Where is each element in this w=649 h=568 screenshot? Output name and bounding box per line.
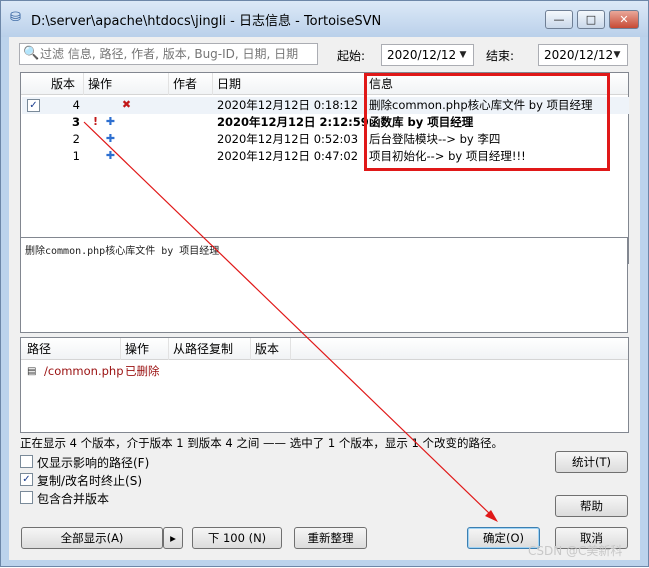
col-action[interactable]: 操作 xyxy=(84,73,169,95)
to-date-picker[interactable]: 2020/12/12 ▼ xyxy=(538,44,628,66)
row-date: 2020年12月12日 0:47:02 xyxy=(217,149,359,163)
message-text: 删除common.php核心库文件 by 项目经理 xyxy=(25,246,220,257)
from-date-value: 2020/12/12 xyxy=(387,48,457,62)
col-copy-from[interactable]: 从路径复制 xyxy=(169,338,251,360)
help-button[interactable]: 帮助 xyxy=(555,495,628,517)
chevron-down-icon[interactable]: ▼ xyxy=(456,45,470,65)
status-text: 正在显示 4 个版本，介于版本 1 到版本 4 之间 —— 选中了 1 个版本，… xyxy=(20,436,503,450)
path-row[interactable]: ▤ /common.php 已删除 xyxy=(22,363,629,380)
chevron-down-icon[interactable]: ▼ xyxy=(610,45,624,65)
col-date[interactable]: 日期 xyxy=(213,73,365,95)
row-revision: 1 xyxy=(72,149,80,163)
affected-paths-only-checkbox[interactable]: 仅显示影响的路径(F) xyxy=(20,454,160,470)
changed-paths-list[interactable]: 路径 操作 从路径复制 版本 ▤ /common.php 已删除 xyxy=(20,337,629,433)
add-action-icon: ✚ xyxy=(105,115,116,128)
next-100-button[interactable]: 下 100 (N) xyxy=(192,527,282,549)
show-all-dropdown[interactable]: ▸ xyxy=(163,527,183,549)
row-checkbox[interactable]: ✓ xyxy=(27,99,40,112)
maximize-button[interactable]: □ xyxy=(577,10,605,29)
search-icon[interactable]: 🔍 xyxy=(23,46,39,62)
col-author[interactable]: 作者 xyxy=(169,73,213,95)
row-revision: 2 xyxy=(72,132,80,146)
add-action-icon: ✚ xyxy=(105,132,116,145)
modify-action-icon: ! xyxy=(92,115,99,128)
checkbox-box[interactable] xyxy=(20,491,33,504)
to-date-value: 2020/12/12 xyxy=(544,48,614,62)
checkbox-box[interactable] xyxy=(20,455,33,468)
title-bar[interactable]: ⛁ D:\server\apache\htdocs\jingli - 日志信息 … xyxy=(1,1,648,37)
from-date-picker[interactable]: 2020/12/12 ▼ xyxy=(381,44,474,66)
message-pane[interactable]: 删除common.php核心库文件 by 项目经理 xyxy=(20,237,628,333)
col-path[interactable]: 路径 xyxy=(21,338,121,360)
from-label: 起始: xyxy=(337,49,366,63)
refresh-button[interactable]: 重新整理 xyxy=(294,527,367,549)
annotation-highlight-box xyxy=(364,73,610,171)
path-value: /common.php xyxy=(44,364,124,378)
col-path-revision[interactable]: 版本 xyxy=(251,338,291,360)
minimize-button[interactable]: — xyxy=(545,10,573,29)
changed-paths-header: 路径 操作 从路径复制 版本 xyxy=(21,338,628,360)
path-action-value: 已删除 xyxy=(125,364,160,378)
close-button[interactable]: ✕ xyxy=(609,10,639,29)
watermark: CSDN @C美新科 xyxy=(528,544,623,558)
row-date: 2020年12月12日 0:18:12 xyxy=(217,98,359,112)
search-box[interactable]: 🔍 xyxy=(19,43,318,65)
checkbox-box[interactable]: ✓ xyxy=(20,473,33,486)
add-action-icon: ✚ xyxy=(105,149,116,162)
log-window: ⛁ D:\server\apache\htdocs\jingli - 日志信息 … xyxy=(0,0,649,567)
row-revision: 4 xyxy=(72,98,80,112)
php-file-icon: ▤ xyxy=(27,366,37,377)
row-revision: 3 xyxy=(71,115,80,129)
include-merged-checkbox[interactable]: 包含合并版本 xyxy=(20,490,160,506)
row-date: 2020年12月12日 0:52:03 xyxy=(217,132,359,146)
delete-action-icon: ✖ xyxy=(121,98,132,111)
row-date: 2020年12月12日 2:12:59 xyxy=(217,115,369,129)
stop-on-copy-checkbox[interactable]: ✓ 复制/改名时终止(S) xyxy=(20,472,160,488)
window-title: D:\server\apache\htdocs\jingli - 日志信息 - … xyxy=(31,14,382,29)
col-revision[interactable]: 版本 xyxy=(21,73,84,95)
svn-log-icon: ⛁ xyxy=(10,10,21,25)
to-label: 结束: xyxy=(486,49,515,63)
col-path-action[interactable]: 操作 xyxy=(121,338,169,360)
statistics-button[interactable]: 统计(T) xyxy=(555,451,628,473)
show-all-button[interactable]: 全部显示(A) xyxy=(21,527,163,549)
search-input[interactable] xyxy=(40,46,316,62)
